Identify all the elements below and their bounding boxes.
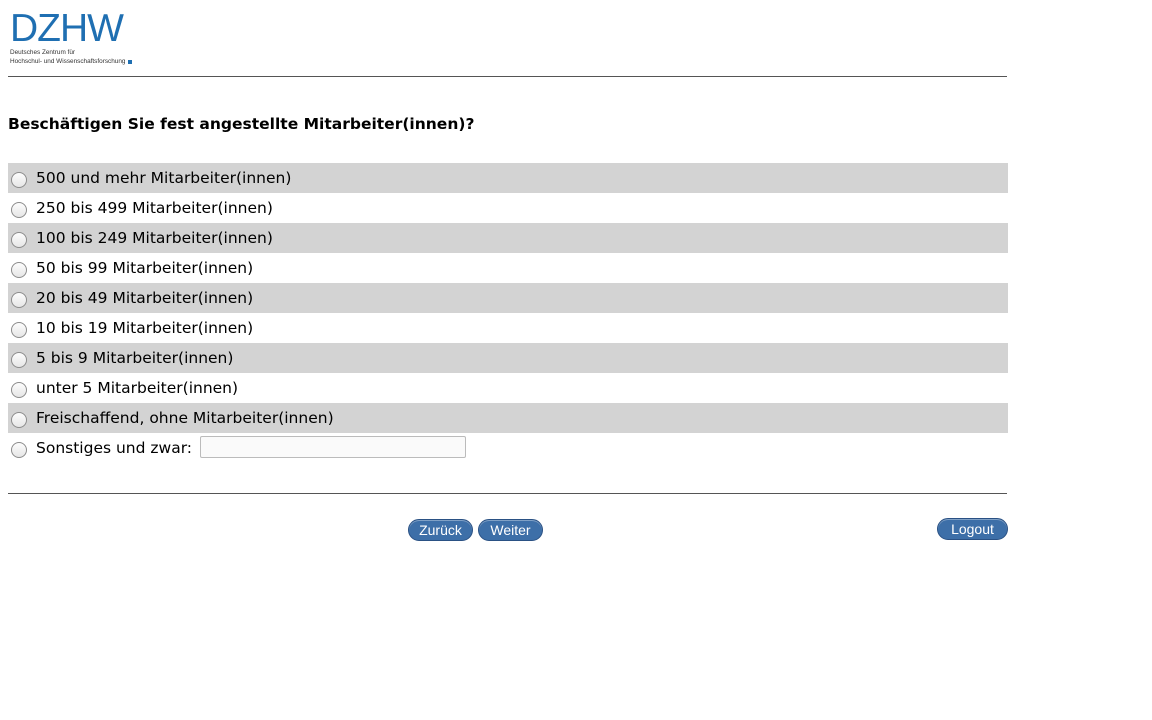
radio-button[interactable] xyxy=(11,381,27,398)
logo-subtitle-line2-text: Hochschul- und Wissenschaftsforschung xyxy=(10,58,126,65)
option-row[interactable]: 100 bis 249 Mitarbeiter(innen) xyxy=(8,223,1008,253)
option-label: 100 bis 249 Mitarbeiter(innen) xyxy=(36,229,273,247)
option-row[interactable]: 5 bis 9 Mitarbeiter(innen) xyxy=(8,343,1008,373)
survey-page: DZHW Deutsches Zentrum für Hochschul- un… xyxy=(0,0,1152,720)
question-text: Beschäftigen Sie fest angestellte Mitarb… xyxy=(8,115,475,133)
bottom-divider xyxy=(8,493,1007,494)
logo-subtitle-line1: Deutsches Zentrum für xyxy=(10,49,75,56)
dzhw-logo: DZHW Deutsches Zentrum für Hochschul- un… xyxy=(10,7,140,66)
back-button[interactable]: Zurück xyxy=(408,519,473,541)
option-label: Sonstiges und zwar: xyxy=(36,439,193,457)
option-label: 20 bis 49 Mitarbeiter(innen) xyxy=(36,289,254,307)
option-label: 10 bis 19 Mitarbeiter(innen) xyxy=(36,319,254,337)
option-label: 5 bis 9 Mitarbeiter(innen) xyxy=(36,349,234,367)
top-divider xyxy=(8,76,1007,77)
radio-button[interactable] xyxy=(11,291,27,308)
option-row[interactable]: 500 und mehr Mitarbeiter(innen) xyxy=(8,163,1008,193)
option-row[interactable]: 10 bis 19 Mitarbeiter(innen) xyxy=(8,313,1008,343)
logout-button[interactable]: Logout xyxy=(937,518,1008,540)
next-button[interactable]: Weiter xyxy=(478,519,543,541)
radio-button[interactable] xyxy=(11,441,27,458)
option-row[interactable]: 50 bis 99 Mitarbeiter(innen) xyxy=(8,253,1008,283)
option-label: Freischaffend, ohne Mitarbeiter(innen) xyxy=(36,409,334,427)
other-text-input[interactable] xyxy=(200,436,467,458)
option-row[interactable]: 250 bis 499 Mitarbeiter(innen) xyxy=(8,193,1008,223)
radio-button[interactable] xyxy=(11,321,27,338)
option-row[interactable]: unter 5 Mitarbeiter(innen) xyxy=(8,373,1008,403)
answer-options: 500 und mehr Mitarbeiter(innen) 250 bis … xyxy=(8,163,1008,463)
radio-button[interactable] xyxy=(11,201,27,218)
radio-button[interactable] xyxy=(11,261,27,278)
radio-button[interactable] xyxy=(11,231,27,248)
option-label: unter 5 Mitarbeiter(innen) xyxy=(36,379,239,397)
option-label: 500 und mehr Mitarbeiter(innen) xyxy=(36,169,292,187)
option-label: 50 bis 99 Mitarbeiter(innen) xyxy=(36,259,254,277)
option-label: 250 bis 499 Mitarbeiter(innen) xyxy=(36,199,273,217)
option-row[interactable]: Freischaffend, ohne Mitarbeiter(innen) xyxy=(8,403,1008,433)
logo-subtitle-line2: Hochschul- und Wissenschaftsforschung xyxy=(10,57,133,66)
logo-square-icon xyxy=(128,60,133,64)
radio-button[interactable] xyxy=(11,171,27,188)
logo-wordmark: DZHW xyxy=(10,7,124,50)
option-row[interactable]: 20 bis 49 Mitarbeiter(innen) xyxy=(8,283,1008,313)
radio-button[interactable] xyxy=(11,351,27,368)
logo-subtitle: Deutsches Zentrum für Hochschul- und Wis… xyxy=(10,48,133,66)
option-row-other[interactable]: Sonstiges und zwar: xyxy=(8,433,1008,463)
radio-button[interactable] xyxy=(11,411,27,428)
